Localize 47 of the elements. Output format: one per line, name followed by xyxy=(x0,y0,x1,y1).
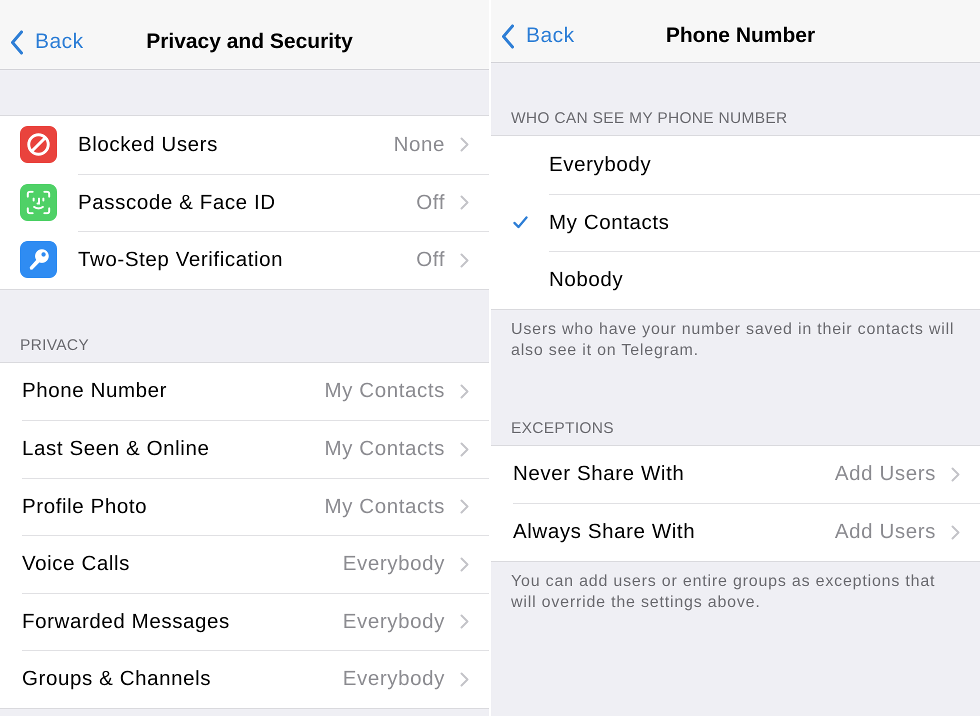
back-button[interactable]: Back xyxy=(10,29,84,55)
row-label: Blocked Users xyxy=(78,132,219,157)
option-label: My Contacts xyxy=(549,210,671,235)
row-value: Add Users xyxy=(834,520,936,544)
option-label: Everybody xyxy=(549,152,652,177)
back-button[interactable]: Back xyxy=(501,23,575,49)
chevron-right-icon xyxy=(460,252,469,268)
chevron-right-icon xyxy=(460,442,469,457)
chevron-right-icon xyxy=(460,672,469,687)
chevron-right-icon xyxy=(951,466,960,482)
chevron-right-icon xyxy=(460,384,469,399)
section-header: PRIVACY xyxy=(19,336,90,356)
row-value: Off xyxy=(416,248,445,272)
chevron-right-icon xyxy=(460,499,469,514)
row-label: Last Seen & Online xyxy=(22,437,210,462)
row-label: Never Share With xyxy=(513,462,686,486)
row-label: Groups & Channels xyxy=(22,667,212,692)
row-value: Everybody xyxy=(342,610,445,634)
row-label: Voice Calls xyxy=(22,552,132,576)
section-footer: You can add users or entire groups as exceptions that will override the settings above. xyxy=(491,562,980,624)
option-label: Nobody xyxy=(549,268,624,292)
row-value: My Contacts xyxy=(324,379,445,404)
row-label: Profile Photo xyxy=(22,494,148,519)
row-label: Passcode & Face ID xyxy=(78,190,277,215)
chevron-right-icon xyxy=(951,524,960,540)
chevron-right-icon xyxy=(460,137,469,152)
section-header: WHO CAN SEE MY PHONE NUMBER xyxy=(510,109,789,129)
chevron-right-icon xyxy=(460,556,469,572)
nav-title: Privacy and Security xyxy=(146,29,353,55)
row-label: Phone Number xyxy=(22,379,168,404)
nav-title: Phone Number xyxy=(666,23,816,49)
chevron-left-icon xyxy=(501,24,515,48)
row-value: My Contacts xyxy=(324,494,445,519)
row-value: None xyxy=(394,132,445,157)
chevron-right-icon xyxy=(460,195,469,210)
row-value: Add Users xyxy=(834,462,936,486)
row-value: Everybody xyxy=(342,552,445,576)
row-label: Forwarded Messages xyxy=(22,610,231,634)
row-value: Everybody xyxy=(342,667,445,692)
row-value: Off xyxy=(416,190,445,215)
chevron-left-icon xyxy=(10,30,24,54)
row-value: My Contacts xyxy=(324,437,445,462)
row-label: Always Share With xyxy=(513,520,696,544)
section-footer: Users who have your number saved in their contacts will also see it on Telegram. xyxy=(491,310,980,372)
section-header: EXCEPTIONS xyxy=(510,418,615,438)
chevron-right-icon xyxy=(460,614,469,630)
row-label: Two-Step Verification xyxy=(78,248,284,272)
